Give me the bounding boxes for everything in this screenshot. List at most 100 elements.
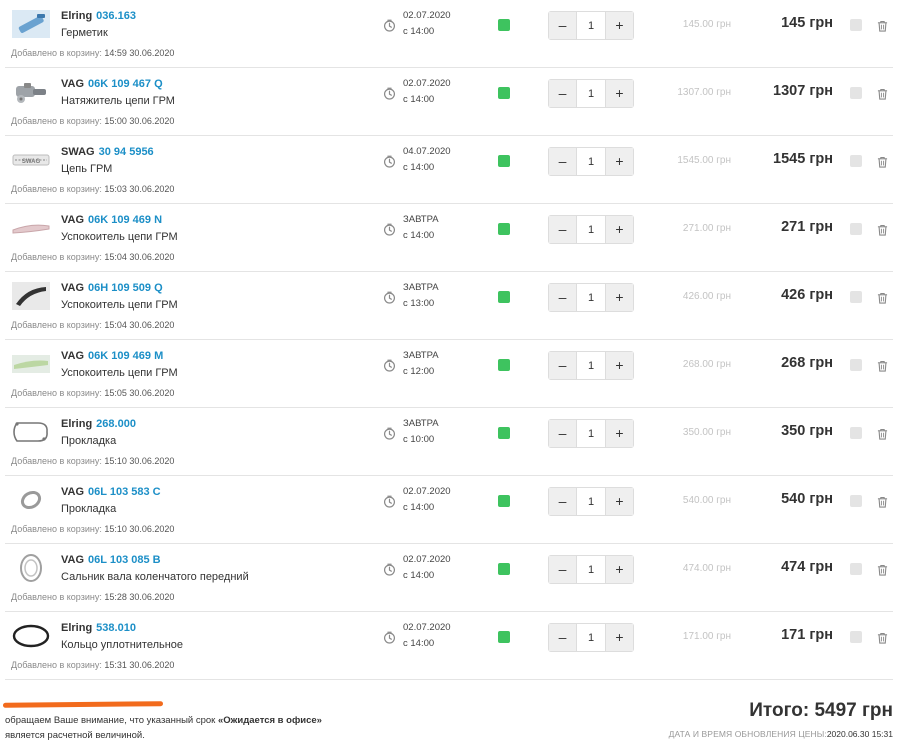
select-checkbox[interactable] [850, 223, 862, 235]
quantity-increase-button[interactable]: + [605, 216, 633, 243]
product-code-link[interactable]: 30 94 5956 [99, 146, 154, 158]
quantity-input[interactable] [577, 216, 605, 243]
quantity-increase-button[interactable]: + [605, 488, 633, 515]
delivery-date: ЗАВТРА [403, 418, 439, 429]
product-code-link[interactable]: 06H 109 509 Q [88, 282, 163, 294]
product-thumbnail[interactable] [11, 76, 51, 108]
added-time: 15:00 30.06.2020 [104, 116, 175, 126]
price-updated-label: ДАТА И ВРЕМЯ ОБНОВЛЕНИЯ ЦЕНЫ: [668, 729, 827, 739]
quantity-decrease-button[interactable]: – [549, 12, 577, 39]
quantity-input[interactable] [577, 420, 605, 447]
delivery-time: с 14:00 [403, 230, 435, 241]
product-title: Elring 538.010 [61, 622, 136, 634]
quantity-stepper: – + [548, 215, 634, 244]
product-code-link[interactable]: 06K 109 469 M [88, 350, 163, 362]
added-to-cart: Добавлено в корзину: 15:31 30.06.2020 [11, 660, 174, 670]
select-checkbox[interactable] [850, 359, 862, 371]
in-stock-indicator [498, 427, 510, 439]
trash-icon[interactable] [877, 19, 888, 37]
select-checkbox[interactable] [850, 155, 862, 167]
quantity-input[interactable] [577, 352, 605, 379]
quantity-decrease-button[interactable]: – [549, 556, 577, 583]
product-title: VAG 06K 109 469 M [61, 350, 163, 362]
product-code-link[interactable]: 06L 103 583 C [88, 486, 161, 498]
select-checkbox[interactable] [850, 495, 862, 507]
select-checkbox[interactable] [850, 87, 862, 99]
quantity-input[interactable] [577, 284, 605, 311]
quantity-input[interactable] [577, 80, 605, 107]
product-title: Elring 036.163 [61, 10, 136, 22]
product-code-link[interactable]: 036.163 [96, 10, 136, 22]
quantity-decrease-button[interactable]: – [549, 284, 577, 311]
delivery-time: с 14:00 [403, 502, 435, 513]
product-thumbnail[interactable] [11, 620, 51, 652]
quantity-increase-button[interactable]: + [605, 420, 633, 447]
quantity-increase-button[interactable]: + [605, 352, 633, 379]
delivery-date: ЗАВТРА [403, 282, 439, 293]
note-text-bold: «Ожидается в офисе» [217, 715, 322, 726]
cart-row: SWAG SWAG 30 94 5956 Цепь ГРМ Добавлено в… [5, 136, 893, 204]
trash-icon[interactable] [877, 427, 888, 445]
product-thumbnail[interactable] [11, 484, 51, 516]
quantity-decrease-button[interactable]: – [549, 352, 577, 379]
product-brand: VAG [61, 214, 85, 226]
unit-price: 1307.00 грн [677, 87, 731, 98]
added-to-cart: Добавлено в корзину: 15:05 30.06.2020 [11, 388, 174, 398]
select-checkbox[interactable] [850, 631, 862, 643]
product-thumbnail[interactable] [11, 552, 51, 584]
quantity-decrease-button[interactable]: – [549, 216, 577, 243]
quantity-input[interactable] [577, 12, 605, 39]
clock-icon [383, 87, 396, 105]
trash-icon[interactable] [877, 87, 888, 105]
quantity-decrease-button[interactable]: – [549, 80, 577, 107]
trash-icon[interactable] [877, 563, 888, 581]
quantity-input[interactable] [577, 148, 605, 175]
product-thumbnail[interactable]: SWAG [11, 144, 51, 176]
trash-icon[interactable] [877, 155, 888, 173]
select-checkbox[interactable] [850, 19, 862, 31]
product-code-link[interactable]: 06K 109 467 Q [88, 78, 163, 90]
added-to-cart: Добавлено в корзину: 15:28 30.06.2020 [11, 592, 174, 602]
trash-icon[interactable] [877, 359, 888, 377]
select-checkbox[interactable] [850, 427, 862, 439]
product-name: Цепь ГРМ [61, 163, 113, 175]
trash-icon[interactable] [877, 495, 888, 513]
cart-total: Итого: 5497 грн [749, 700, 893, 721]
quantity-increase-button[interactable]: + [605, 556, 633, 583]
quantity-input[interactable] [577, 556, 605, 583]
product-code-link[interactable]: 06K 109 469 N [88, 214, 162, 226]
in-stock-indicator [498, 563, 510, 575]
product-thumbnail[interactable] [11, 8, 51, 40]
trash-icon[interactable] [877, 223, 888, 241]
quantity-input[interactable] [577, 488, 605, 515]
added-time: 15:28 30.06.2020 [104, 592, 175, 602]
quantity-increase-button[interactable]: + [605, 12, 633, 39]
product-code-link[interactable]: 06L 103 085 B [88, 554, 161, 566]
select-checkbox[interactable] [850, 291, 862, 303]
product-thumbnail[interactable] [11, 348, 51, 380]
quantity-decrease-button[interactable]: – [549, 420, 577, 447]
product-brand: SWAG [61, 146, 95, 158]
quantity-decrease-button[interactable]: – [549, 488, 577, 515]
product-thumbnail[interactable] [11, 416, 51, 448]
quantity-stepper: – + [548, 487, 634, 516]
quantity-increase-button[interactable]: + [605, 148, 633, 175]
quantity-decrease-button[interactable]: – [549, 624, 577, 651]
quantity-increase-button[interactable]: + [605, 284, 633, 311]
cart-row: VAG 06K 109 467 Q Натяжитель цепи ГРМ Доб… [5, 68, 893, 136]
trash-icon[interactable] [877, 291, 888, 309]
quantity-increase-button[interactable]: + [605, 624, 633, 651]
select-checkbox[interactable] [850, 563, 862, 575]
product-name: Герметик [61, 27, 108, 39]
quantity-increase-button[interactable]: + [605, 80, 633, 107]
trash-icon[interactable] [877, 631, 888, 649]
added-time: 15:10 30.06.2020 [104, 524, 175, 534]
quantity-decrease-button[interactable]: – [549, 148, 577, 175]
product-code-link[interactable]: 268.000 [96, 418, 136, 430]
product-code-link[interactable]: 538.010 [96, 622, 136, 634]
product-thumbnail[interactable] [11, 280, 51, 312]
delivery-note: обращаем Ваше внимание, что указанный ср… [5, 713, 325, 743]
price-updated: ДАТА И ВРЕМЯ ОБНОВЛЕНИЯ ЦЕНЫ:2020.06.30 … [669, 729, 893, 739]
product-thumbnail[interactable] [11, 212, 51, 244]
quantity-input[interactable] [577, 624, 605, 651]
